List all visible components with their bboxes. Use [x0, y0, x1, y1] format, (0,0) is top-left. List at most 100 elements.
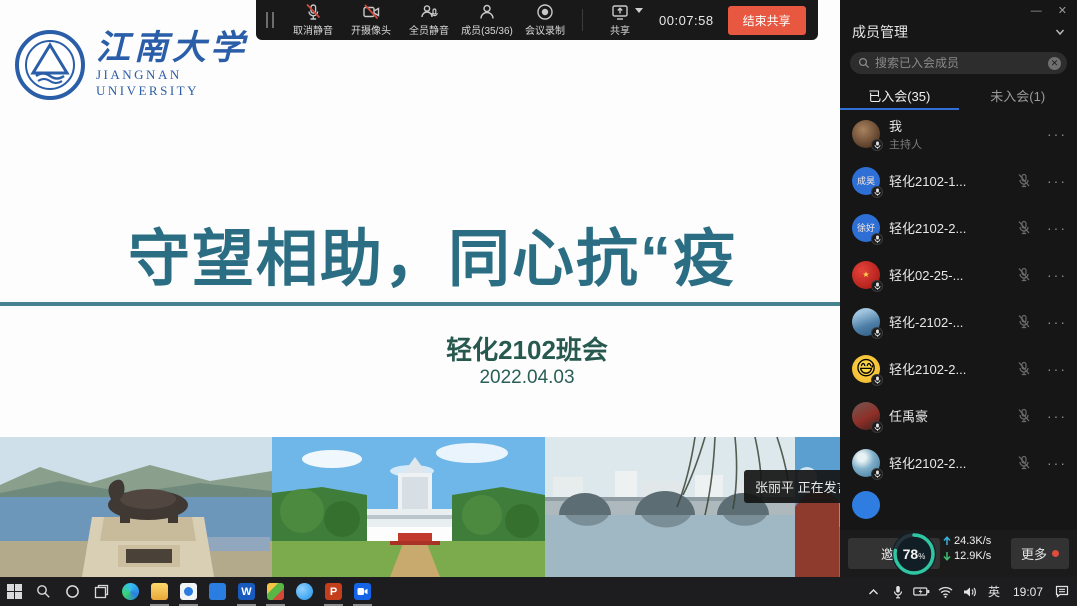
share-button[interactable]: 共享 — [591, 0, 649, 40]
stocks-app-icon — [267, 583, 284, 600]
powerpoint-icon: P — [325, 583, 342, 600]
mic-badge-icon — [871, 233, 883, 245]
member-row[interactable]: 轻化2102-2... ··· — [840, 439, 1077, 486]
word-icon: W — [238, 583, 255, 600]
ime-indicator[interactable]: 英 — [983, 577, 1005, 606]
member-more-button[interactable]: ··· — [1047, 361, 1067, 377]
member-more-button[interactable]: ··· — [1047, 267, 1067, 283]
taskbar-app-word[interactable]: W — [232, 577, 261, 606]
share-label: 共享 — [610, 22, 630, 37]
member-row[interactable]: 任禹豪 ··· — [840, 392, 1077, 439]
start-button[interactable] — [0, 577, 29, 606]
photo-arch-bridge — [545, 437, 795, 577]
mute-all-button[interactable]: 全员静音 — [400, 0, 458, 40]
taskbar-apps: W P — [0, 577, 377, 606]
panel-footer: 邀请 78% 24.3K/s — [840, 530, 1077, 577]
member-row[interactable]: 轻化-2102-... ··· — [840, 298, 1077, 345]
network-speeds: 24.3K/s 12.9K/s — [943, 535, 991, 562]
member-more-button[interactable]: ··· — [1047, 173, 1067, 189]
clock[interactable]: 19:07 — [1007, 585, 1049, 599]
camera-on-label: 开摄像头 — [351, 22, 391, 37]
taskbar-app-edge[interactable] — [116, 577, 145, 606]
action-center-icon[interactable] — [1051, 577, 1073, 606]
end-share-button[interactable]: 结束共享 — [728, 6, 806, 35]
taskbar-app-tencent-meeting[interactable] — [348, 577, 377, 606]
member-more-button[interactable]: ··· — [1047, 220, 1067, 236]
notification-dot — [1052, 550, 1059, 557]
tray-chevron-up-icon[interactable] — [863, 577, 885, 606]
mic-badge-icon — [871, 186, 883, 198]
tab-not-joined[interactable]: 未入会(1) — [959, 80, 1077, 110]
close-icon[interactable]: ✕ — [1058, 6, 1067, 17]
record-button[interactable]: 会议录制 — [516, 0, 574, 40]
taskbar-app-stocks[interactable] — [261, 577, 290, 606]
member-row[interactable]: 我 主持人 ··· — [840, 110, 1077, 157]
member-more-button[interactable]: ··· — [1047, 126, 1067, 142]
chevron-down-icon[interactable] — [1055, 27, 1065, 37]
cortana-button[interactable] — [58, 577, 87, 606]
university-name-cn: 江南大学 — [96, 31, 270, 67]
member-row[interactable]: ★ 轻化02-25-... ··· — [840, 251, 1077, 298]
users-mute-icon — [419, 3, 439, 21]
mic-badge-icon — [871, 468, 883, 480]
member-name: 轻化2102-2... — [889, 453, 1015, 472]
member-list[interactable]: 我 主持人 ··· 成昊 轻化2102-1... ··· — [840, 110, 1077, 530]
member-icon — [477, 3, 497, 21]
tab-joined[interactable]: 已入会(35) — [840, 80, 959, 110]
tray-speaker-icon[interactable] — [959, 577, 981, 606]
task-view-button[interactable] — [87, 577, 116, 606]
edge-icon — [122, 583, 139, 600]
tray-battery-icon[interactable] — [911, 577, 933, 606]
upload-arrow-icon — [943, 536, 951, 546]
taskbar-app-blue-doc[interactable] — [203, 577, 232, 606]
unmute-label: 取消静音 — [293, 22, 333, 37]
record-icon — [535, 3, 555, 21]
mic-muted-icon — [1015, 455, 1033, 471]
avatar-initials: 成昊 — [857, 174, 875, 187]
flag-star-icon: ★ — [862, 270, 869, 279]
minimize-icon[interactable]: — — [1031, 6, 1042, 17]
member-row[interactable]: 😅 轻化2102-2... ··· — [840, 345, 1077, 392]
tray-wifi-icon[interactable] — [935, 577, 957, 606]
member-more-button[interactable]: ··· — [1047, 408, 1067, 424]
search-clear-icon[interactable]: ✕ — [1048, 57, 1061, 70]
mic-muted-icon — [1015, 408, 1033, 424]
taskbar-app-file-explorer[interactable] — [145, 577, 174, 606]
toolbar-drag-handle[interactable] — [266, 12, 274, 28]
baidu-netdisk-icon — [180, 583, 197, 600]
windows-logo-icon — [7, 584, 22, 599]
mic-muted-icon — [1015, 361, 1033, 377]
member-row-partial[interactable] — [840, 486, 1077, 520]
member-row[interactable]: 徐好 轻化2102-2... ··· — [840, 204, 1077, 251]
taskbar-app-baidu-netdisk[interactable] — [174, 577, 203, 606]
member-name: 任禹豪 — [889, 406, 1015, 425]
member-row[interactable]: 成昊 轻化2102-1... ··· — [840, 157, 1077, 204]
member-name: 我 — [889, 116, 1047, 135]
tray-mic-icon[interactable] — [887, 577, 909, 606]
search-input[interactable] — [875, 56, 1048, 70]
task-view-icon — [94, 584, 109, 599]
panel-title: 成员管理 — [852, 22, 908, 42]
unmute-button[interactable]: 取消静音 — [284, 0, 342, 40]
video-cam-glyph — [357, 587, 368, 596]
avatar: 徐好 — [852, 214, 880, 242]
member-more-button[interactable]: ··· — [1047, 314, 1067, 330]
share-dropdown-caret-icon[interactable] — [635, 8, 643, 13]
taskbar-search-button[interactable] — [29, 577, 58, 606]
mic-muted-icon — [1015, 173, 1033, 189]
members-button[interactable]: 成员(35/36) — [458, 0, 516, 40]
camera-on-button[interactable]: 开摄像头 — [342, 0, 400, 40]
mic-badge-icon — [871, 327, 883, 339]
member-search[interactable]: ✕ — [850, 52, 1067, 74]
share-screen-icon — [610, 3, 630, 21]
mic-muted-icon — [1015, 314, 1033, 330]
mic-badge-icon — [871, 374, 883, 386]
mic-muted-icon — [1015, 220, 1033, 236]
taskbar-app-powerpoint[interactable]: P — [319, 577, 348, 606]
more-button[interactable]: 更多 — [1011, 538, 1069, 569]
avatar-initials: 徐好 — [857, 221, 875, 234]
member-more-button[interactable]: ··· — [1047, 455, 1067, 471]
mic-slash-icon — [303, 3, 323, 21]
meeting-timer: 00:07:58 — [659, 13, 714, 28]
taskbar-app-qq-browser[interactable] — [290, 577, 319, 606]
